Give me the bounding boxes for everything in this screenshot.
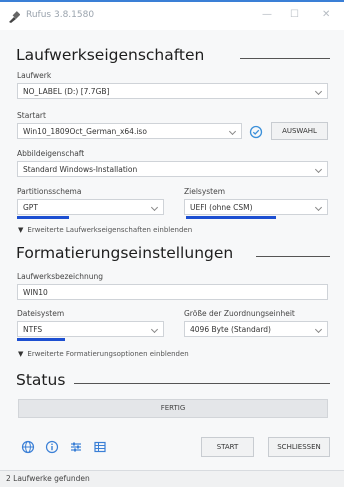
- close-button[interactable]: SCHLIESSEN: [268, 437, 330, 457]
- device-value: NO_LABEL (D:) [7.7GB]: [23, 87, 110, 96]
- boot-selection-label: Startart: [17, 111, 46, 120]
- select-image-button[interactable]: AUSWAHL: [271, 122, 328, 140]
- start-button[interactable]: START: [201, 437, 254, 457]
- advanced-drive-toggle[interactable]: ▼ Erweiterte Laufwerkseigenschaften einbl…: [18, 226, 192, 234]
- boot-selection-select[interactable]: Win10_1809Oct_German_x64.iso: [17, 123, 242, 139]
- filesystem-value: NTFS: [23, 325, 43, 334]
- image-option-value: Standard Windows-Installation: [23, 165, 138, 174]
- advanced-format-toggle-label: Erweiterte Formatierungsoptionen einblen…: [27, 350, 189, 358]
- device-select[interactable]: NO_LABEL (D:) [7.7GB]: [17, 83, 328, 99]
- status-heading: Status: [16, 371, 66, 389]
- advanced-format-toggle[interactable]: ▼ Erweiterte Formatierungsoptionen einble…: [18, 350, 189, 358]
- volume-label-value: WIN10: [23, 288, 48, 297]
- partition-highlight: [17, 216, 69, 219]
- progress-bar: FERTIG: [18, 399, 328, 418]
- chevron-down-icon: ▼: [18, 350, 24, 358]
- drive-properties-heading: Laufwerkseigenschaften: [16, 46, 205, 64]
- log-icon[interactable]: [93, 440, 107, 454]
- volume-label-input[interactable]: WIN10: [17, 284, 328, 300]
- globe-icon[interactable]: [21, 440, 35, 454]
- section-divider: [240, 58, 330, 59]
- filesystem-select[interactable]: NTFS: [17, 321, 164, 337]
- progress-status-text: FERTIG: [160, 404, 186, 412]
- filesystem-highlight: [17, 338, 65, 341]
- section-divider: [256, 256, 330, 257]
- image-option-select[interactable]: Standard Windows-Installation: [17, 161, 328, 177]
- close-window-button[interactable]: ✕: [322, 9, 330, 20]
- title-bar: Rufus 3.8.1580 — ☐ ✕: [0, 0, 344, 30]
- status-bar: 2 Laufwerke gefunden: [0, 470, 344, 487]
- usb-drive-icon: [9, 11, 20, 23]
- rufus-window: Rufus 3.8.1580 — ☐ ✕ Laufwerkseigenschaf…: [0, 0, 344, 487]
- boot-selection-value: Win10_1809Oct_German_x64.iso: [23, 127, 147, 136]
- partition-scheme-value: GPT: [23, 203, 38, 212]
- format-options-heading: Formatierungseinstellungen: [16, 244, 234, 262]
- filesystem-label: Dateisystem: [17, 309, 65, 318]
- partition-scheme-label: Partitionsschema: [17, 187, 82, 196]
- target-system-select[interactable]: UEFI (ohne CSM): [184, 199, 328, 215]
- cluster-size-label: Größe der Zuordnungseinheit: [184, 309, 295, 318]
- target-highlight: [186, 216, 276, 219]
- check-iso-icon[interactable]: [249, 125, 263, 139]
- target-system-value: UEFI (ohne CSM): [190, 203, 253, 212]
- target-system-label: Zielsystem: [184, 187, 226, 196]
- section-divider: [74, 383, 330, 384]
- cluster-size-select[interactable]: 4096 Byte (Standard): [184, 321, 328, 337]
- info-icon[interactable]: [45, 440, 59, 454]
- cluster-size-value: 4096 Byte (Standard): [190, 325, 271, 334]
- maximize-button[interactable]: ☐: [290, 9, 299, 20]
- minimize-button[interactable]: —: [262, 9, 272, 20]
- chevron-down-icon: ▼: [18, 226, 24, 234]
- device-label: Laufwerk: [17, 71, 52, 80]
- partition-scheme-select[interactable]: GPT: [17, 199, 164, 215]
- image-option-label: Abbildeigenschaft: [17, 149, 85, 158]
- advanced-drive-toggle-label: Erweiterte Laufwerkseigenschaften einble…: [27, 226, 193, 234]
- drives-found-text: 2 Laufwerke gefunden: [6, 474, 90, 483]
- settings-icon[interactable]: [69, 440, 83, 454]
- volume-label-label: Laufwerksbezeichnung: [17, 272, 104, 281]
- window-title: Rufus 3.8.1580: [26, 10, 95, 20]
